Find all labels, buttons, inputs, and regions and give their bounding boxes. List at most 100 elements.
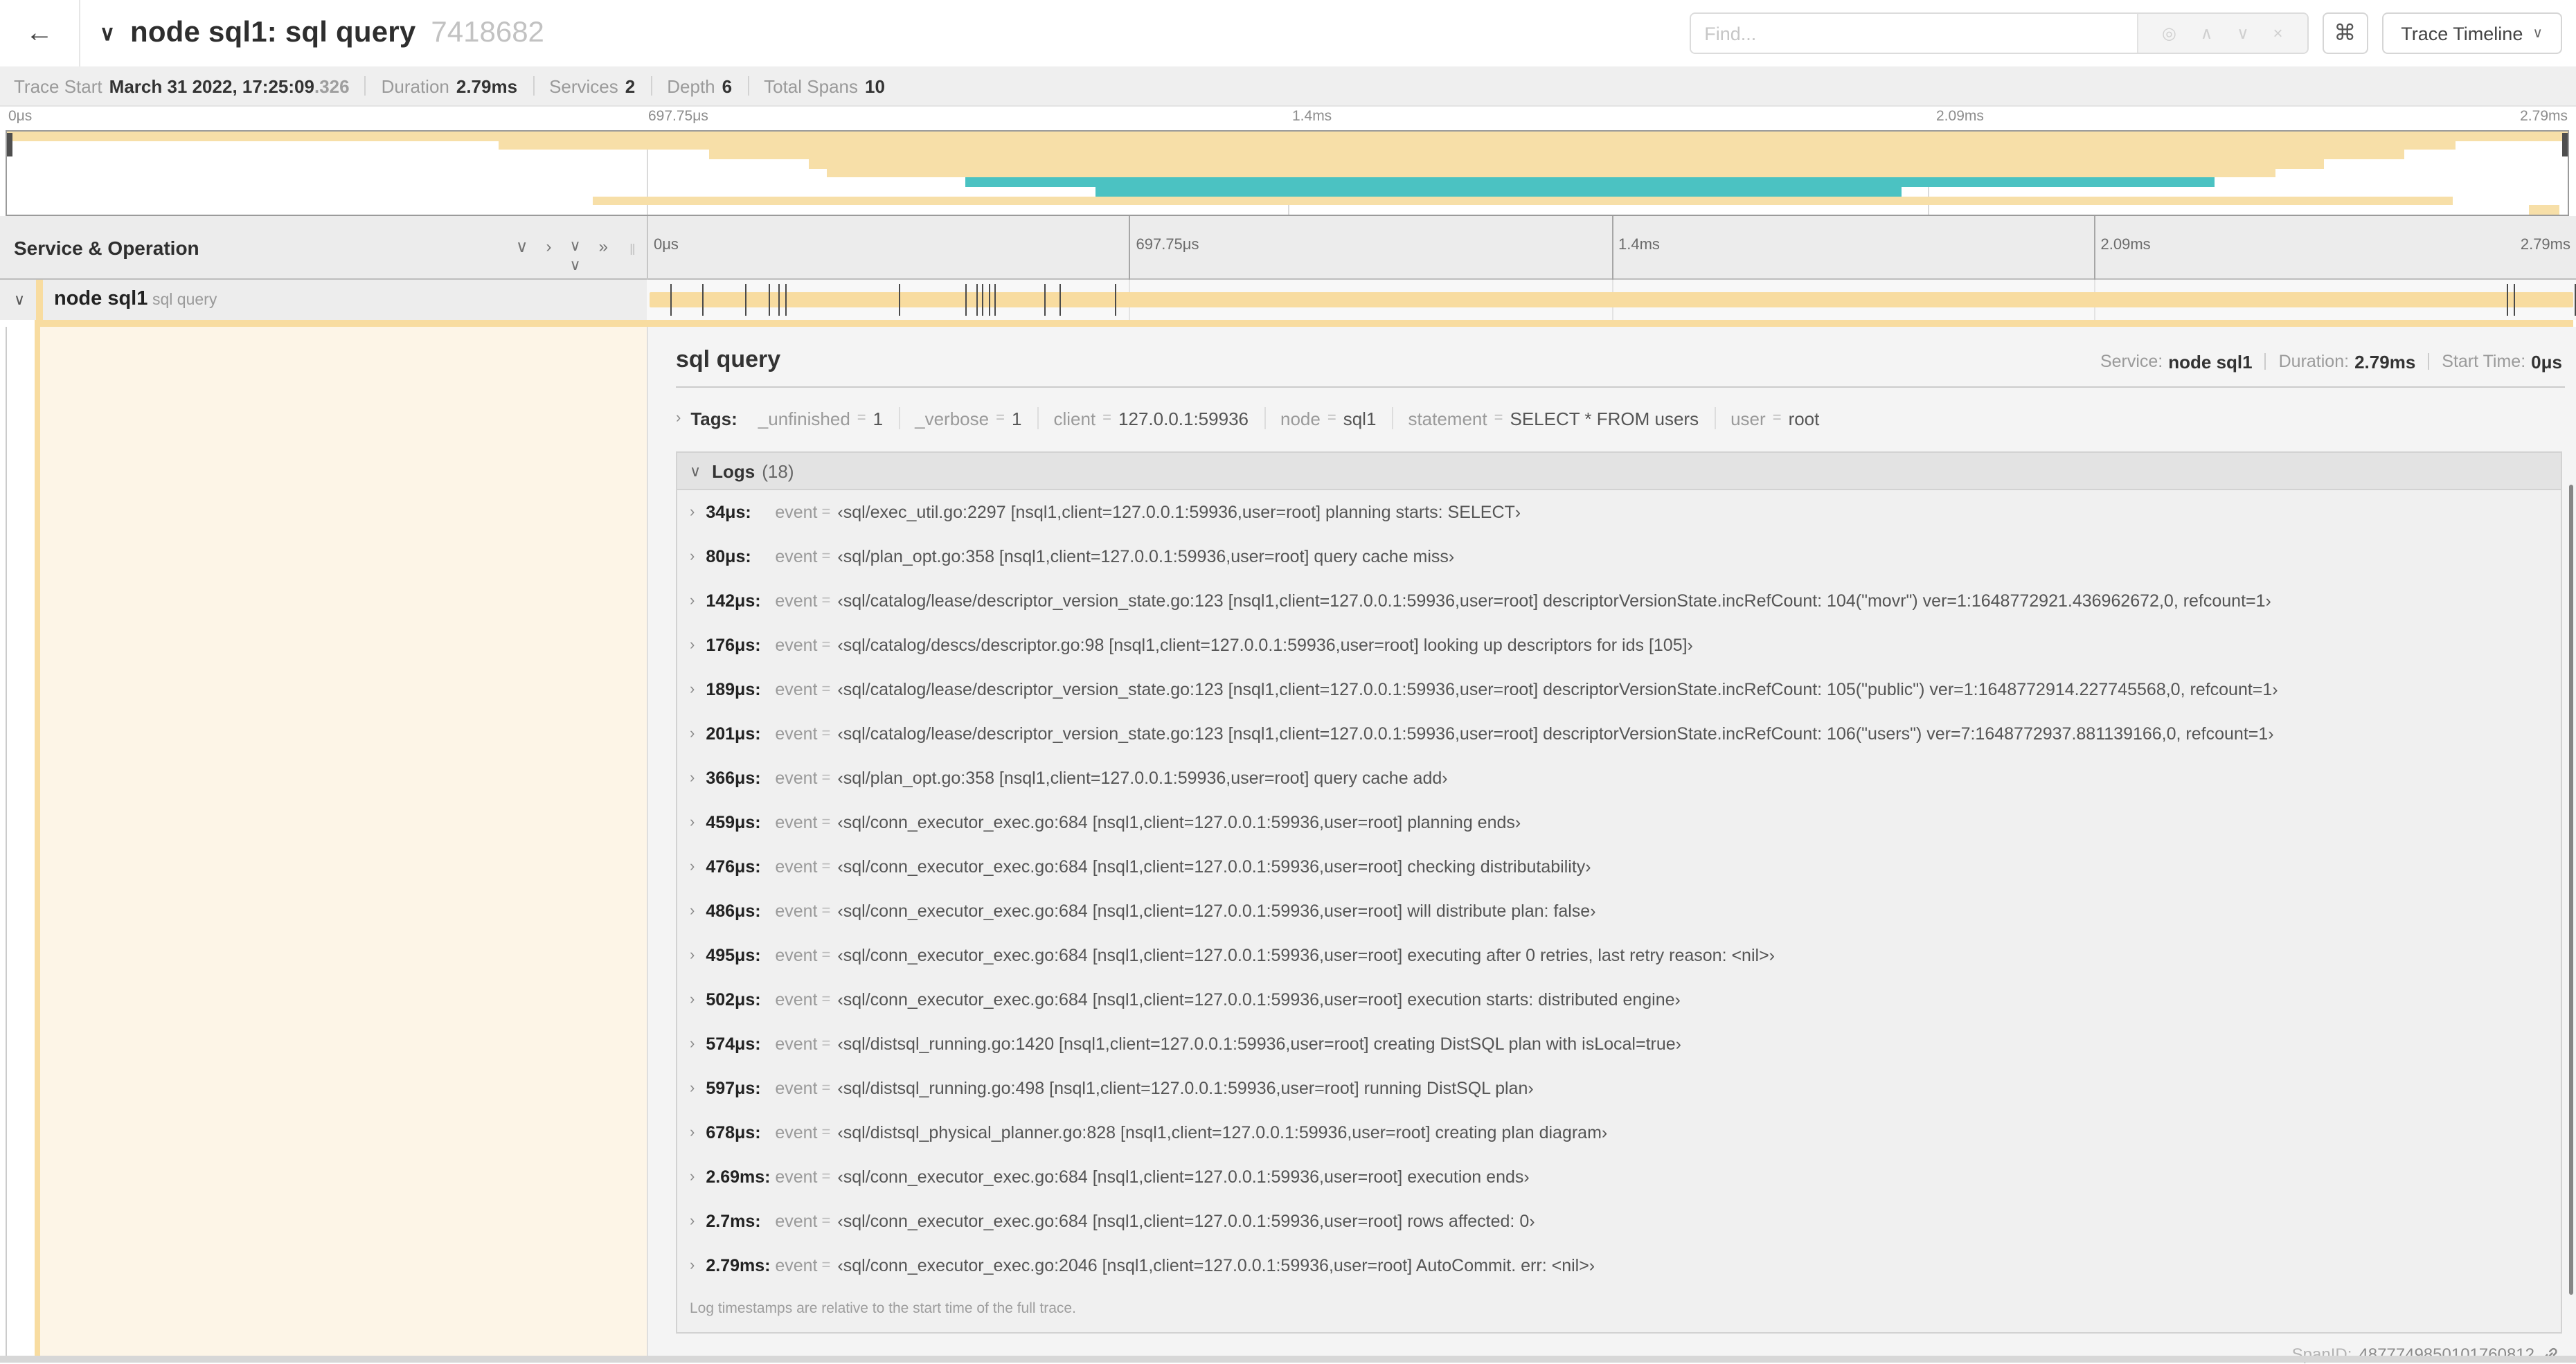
log-value: ‹sql/catalog/lease/descriptor_version_st… bbox=[837, 591, 2271, 611]
tag-key: _unfinished bbox=[758, 408, 850, 429]
log-value: ‹sql/plan_opt.go:358 [nsql1,client=127.0… bbox=[837, 769, 1448, 788]
log-entry-row[interactable]: › 502μs: event = ‹sql/conn_executor_exec.go:… bbox=[677, 978, 2561, 1022]
keyboard-shortcuts-button[interactable]: ⌘ bbox=[2322, 12, 2368, 54]
span-detail-panel: sql query Service: node sql1 Duration: 2… bbox=[647, 327, 2576, 1364]
minimap-left-handle[interactable] bbox=[7, 133, 12, 156]
logs-accordian-header[interactable]: ∨ Logs (18) bbox=[677, 453, 2561, 490]
minimap-right-handle[interactable] bbox=[2562, 133, 2568, 156]
column-resizer[interactable]: ‖ bbox=[629, 242, 636, 259]
log-entry-row[interactable]: › 201μs: event = ‹sql/catalog/lease/descript… bbox=[677, 712, 2561, 756]
tag-value: 127.0.0.1:59936 bbox=[1118, 408, 1249, 429]
log-field-name: event bbox=[775, 901, 818, 921]
back-arrow-icon: ← bbox=[26, 17, 53, 48]
meta-separator bbox=[2428, 353, 2430, 370]
log-entry-row[interactable]: › 678μs: event = ‹sql/distsql_physical_plann… bbox=[677, 1111, 2561, 1155]
tags-accordian[interactable]: › Tags: _unfinished = 1 _verbose = 1 client = 12… bbox=[676, 397, 2565, 439]
log-timestamp: 574μs: bbox=[706, 1034, 761, 1054]
log-expand-icon: › bbox=[690, 1080, 695, 1097]
log-entry-row[interactable]: › 495μs: event = ‹sql/conn_executor_exec.go:… bbox=[677, 933, 2561, 978]
log-field-name: event bbox=[775, 946, 818, 965]
log-entry-row[interactable]: › 366μs: event = ‹sql/plan_opt.go:358 [nsql1… bbox=[677, 756, 2561, 800]
tag-key: user bbox=[1730, 408, 1766, 429]
logs-card: ∨ Logs (18) › 34μs: event = ‹sql/exec_util.g… bbox=[676, 451, 2562, 1334]
prev-match-icon[interactable]: ∧ bbox=[2201, 24, 2213, 43]
log-field-name: event bbox=[775, 769, 818, 788]
log-entry-row[interactable]: › 459μs: event = ‹sql/conn_executor_exec.go:… bbox=[677, 800, 2561, 845]
logs-list: › 34μs: event = ‹sql/exec_util.go:2297 [nsql… bbox=[677, 490, 2561, 1288]
log-entry-row[interactable]: › 176μs: event = ‹sql/catalog/descs/descript… bbox=[677, 623, 2561, 667]
collapse-all-icon[interactable]: ∨ ∨ bbox=[570, 237, 581, 276]
stat-value: 10 bbox=[865, 75, 885, 96]
timeline-ruler: 0μs 697.75μs 1.4ms 2.09ms 2.79ms bbox=[647, 216, 2576, 280]
log-entry-row[interactable]: › 597μs: event = ‹sql/distsql_running.go:498… bbox=[677, 1066, 2561, 1111]
clear-find-icon[interactable]: × bbox=[2273, 24, 2282, 43]
collapse-one-icon[interactable]: ∨ bbox=[516, 237, 528, 276]
log-entry-row[interactable]: › 142μs: event = ‹sql/catalog/lease/descript… bbox=[677, 579, 2561, 623]
log-entry-row[interactable]: › 34μs: event = ‹sql/exec_util.go:2297 [nsql… bbox=[677, 490, 2561, 535]
log-equals: = bbox=[821, 770, 831, 787]
logs-label: Logs bbox=[712, 460, 755, 481]
log-timestamp: 176μs: bbox=[706, 636, 761, 655]
minimap-tick-labels: 0μs 697.75μs 1.4ms 2.09ms 2.79ms bbox=[0, 107, 2576, 129]
log-entry-row[interactable]: › 476μs: event = ‹sql/conn_executor_exec.go:… bbox=[677, 845, 2561, 889]
tag-item[interactable]: client = 127.0.0.1:59936 bbox=[1038, 407, 1265, 429]
trace-view-selector[interactable]: Trace Timeline ∨ bbox=[2381, 12, 2562, 54]
log-value: ‹sql/catalog/descs/descriptor.go:98 [nsq… bbox=[837, 636, 1693, 655]
span-log-marker bbox=[1115, 284, 1117, 316]
log-value: ‹sql/catalog/lease/descriptor_version_st… bbox=[837, 680, 2278, 699]
log-value: ‹sql/distsql_running.go:498 [nsql1,clien… bbox=[837, 1079, 1534, 1098]
top-bar: ← ∨ node sql1: sql query 7418682 ◎ ∧ ∨ ×… bbox=[0, 0, 2576, 66]
log-timestamp: 678μs: bbox=[706, 1123, 761, 1142]
log-expand-icon: › bbox=[690, 548, 695, 565]
timeline-minimap[interactable] bbox=[6, 130, 2569, 216]
focus-match-icon[interactable]: ◎ bbox=[2162, 24, 2176, 43]
stat-separator bbox=[364, 76, 366, 96]
log-expand-icon: › bbox=[690, 681, 695, 698]
log-timestamp: 2.7ms: bbox=[706, 1212, 761, 1231]
tag-item[interactable]: statement = SELECT * FROM users bbox=[1393, 407, 1716, 429]
log-value: ‹sql/conn_executor_exec.go:684 [nsql1,cl… bbox=[837, 990, 1681, 1009]
tag-item[interactable]: _unfinished = 1 bbox=[743, 407, 900, 429]
minimap-tick-label: 2.09ms bbox=[1936, 108, 1984, 125]
log-entry-row[interactable]: › 2.7ms: event = ‹sql/conn_executor_exec.go:… bbox=[677, 1199, 2561, 1244]
tag-item[interactable]: _verbose = 1 bbox=[900, 407, 1039, 429]
back-button[interactable]: ← bbox=[0, 0, 80, 66]
log-entry-row[interactable]: › 486μs: event = ‹sql/conn_executor_exec.go:… bbox=[677, 889, 2561, 933]
trace-id: 7418682 bbox=[431, 17, 544, 48]
log-value: ‹sql/plan_opt.go:358 [nsql1,client=127.0… bbox=[837, 547, 1455, 566]
timeline-header: Service & Operation ∨ › ∨ ∨ » ‖ 0μs 697.7… bbox=[0, 216, 2576, 280]
log-expand-icon: › bbox=[690, 1257, 695, 1274]
log-entry-row[interactable]: › 80μs: event = ‹sql/plan_opt.go:358 [nsql1,… bbox=[677, 535, 2561, 579]
log-entry-row[interactable]: › 574μs: event = ‹sql/distsql_running.go:142… bbox=[677, 1022, 2561, 1066]
find-input[interactable] bbox=[1690, 14, 2137, 53]
expand-one-icon[interactable]: › bbox=[546, 237, 552, 276]
vertical-scrollbar-thumb[interactable] bbox=[2569, 485, 2573, 1295]
minimap-span-bar bbox=[7, 132, 2568, 141]
span-row-timeline[interactable] bbox=[647, 280, 2576, 320]
tag-item[interactable]: user = root bbox=[1715, 407, 1834, 429]
log-value: ‹sql/conn_executor_exec.go:684 [nsql1,cl… bbox=[837, 1212, 1535, 1231]
log-entry-row[interactable]: › 2.79ms: event = ‹sql/conn_executor_exec.go… bbox=[677, 1244, 2561, 1288]
log-field-name: event bbox=[775, 1123, 818, 1142]
minimap-span-bar bbox=[1095, 187, 1902, 197]
log-entry-row[interactable]: › 2.69ms: event = ‹sql/conn_executor_exec.go… bbox=[677, 1155, 2561, 1199]
expand-all-icon[interactable]: » bbox=[599, 237, 608, 276]
log-entry-row[interactable]: › 189μs: event = ‹sql/catalog/lease/descript… bbox=[677, 667, 2561, 712]
span-row-name[interactable]: ∨ node sql1 sql query bbox=[0, 280, 647, 320]
collapse-trace-icon[interactable]: ∨ bbox=[100, 21, 115, 46]
log-equals: = bbox=[821, 681, 831, 698]
row-collapse-icon[interactable]: ∨ bbox=[14, 291, 25, 309]
span-log-marker bbox=[976, 284, 978, 316]
log-value: ‹sql/exec_util.go:2297 [nsql1,client=127… bbox=[837, 503, 1521, 522]
span-log-marker bbox=[994, 284, 996, 316]
tag-value: SELECT * FROM users bbox=[1510, 408, 1699, 429]
next-match-icon[interactable]: ∨ bbox=[2237, 24, 2249, 43]
span-detail-header[interactable]: sql query Service: node sql1 Duration: 2… bbox=[676, 343, 2565, 374]
log-field-name: event bbox=[775, 1212, 818, 1231]
log-value: ‹sql/conn_executor_exec.go:684 [nsql1,cl… bbox=[837, 813, 1521, 832]
stat-label: Depth bbox=[667, 75, 715, 96]
trace-title-wrap[interactable]: ∨ node sql1: sql query 7418682 bbox=[100, 0, 544, 66]
log-expand-icon: › bbox=[690, 814, 695, 831]
tag-item[interactable]: node = sql1 bbox=[1265, 407, 1393, 429]
tags-list: _unfinished = 1 _verbose = 1 client = 127.0.0.1:… bbox=[743, 407, 1835, 429]
